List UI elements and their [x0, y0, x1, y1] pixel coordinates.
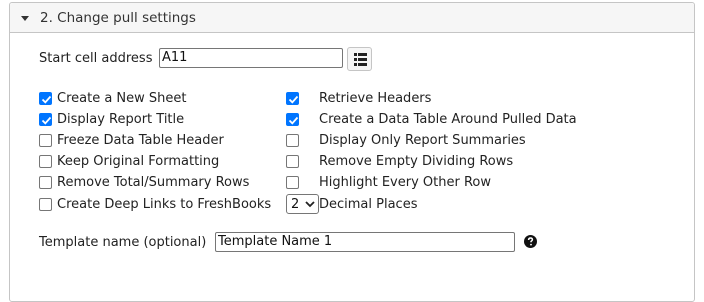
option-label-freeze-header: Freeze Data Table Header — [57, 133, 224, 148]
caret-down-icon[interactable] — [21, 16, 29, 21]
checkbox-highlight-rows[interactable] — [286, 176, 299, 189]
option-label-display-report-title: Display Report Title — [57, 112, 185, 127]
checkbox-keep-formatting[interactable] — [39, 155, 52, 168]
option-label-create-new-sheet: Create a New Sheet — [57, 91, 187, 106]
start-cell-label: Start cell address — [39, 51, 153, 66]
template-name-input[interactable]: Template Name 1 — [215, 232, 515, 252]
decimal-places-select[interactable]: 2 — [286, 194, 319, 214]
option-label-only-summaries: Display Only Report Summaries — [319, 133, 526, 148]
template-name-label: Template name (optional) — [39, 235, 207, 250]
option-label-remove-total-rows: Remove Total/Summary Rows — [57, 175, 250, 190]
cell-picker-button[interactable] — [347, 47, 372, 71]
option-label-retrieve-headers: Retrieve Headers — [319, 91, 432, 106]
checkbox-remove-empty-rows[interactable] — [286, 155, 299, 168]
table-grid-icon — [354, 53, 367, 66]
option-label-data-table: Create a Data Table Around Pulled Data — [319, 112, 577, 127]
checkbox-retrieve-headers[interactable] — [286, 92, 299, 105]
checkbox-create-new-sheet[interactable] — [39, 92, 52, 105]
decimal-places-value: 2 — [291, 197, 300, 212]
checkbox-data-table[interactable] — [286, 113, 299, 126]
checkbox-display-report-title[interactable] — [39, 113, 52, 126]
question-circle-icon[interactable] — [524, 235, 537, 248]
start-cell-input[interactable]: A11 — [159, 48, 343, 68]
checkbox-remove-total-rows[interactable] — [39, 176, 52, 189]
section-header[interactable]: 2. Change pull settings — [10, 3, 694, 33]
option-label-deep-links: Create Deep Links to FreshBooks — [57, 197, 272, 212]
option-label-highlight-rows: Highlight Every Other Row — [319, 175, 491, 190]
checkbox-only-summaries[interactable] — [286, 134, 299, 147]
chevron-down-icon — [305, 201, 315, 208]
option-label-remove-empty-rows: Remove Empty Dividing Rows — [319, 154, 514, 169]
checkbox-freeze-header[interactable] — [39, 134, 52, 147]
decimal-places-label: Decimal Places — [319, 197, 418, 212]
checkbox-deep-links[interactable] — [39, 198, 52, 211]
section-title: 2. Change pull settings — [40, 10, 196, 26]
option-label-keep-formatting: Keep Original Formatting — [57, 154, 220, 169]
